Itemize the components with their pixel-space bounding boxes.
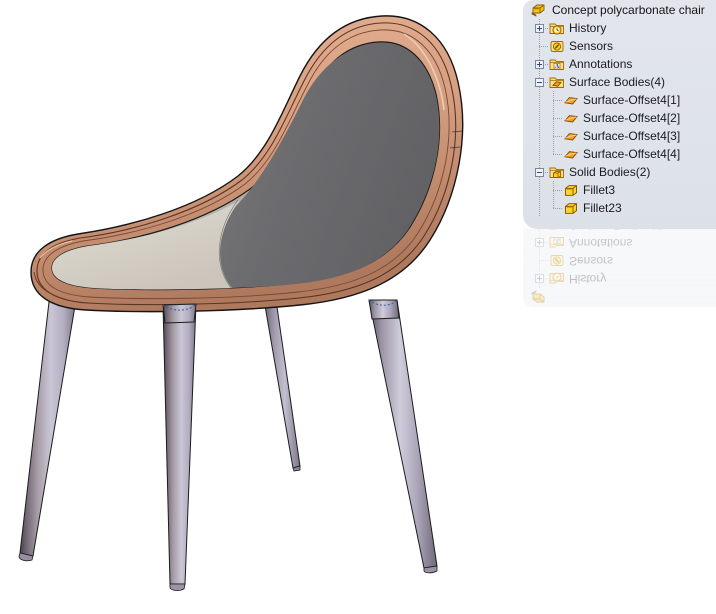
tree-expander-cell bbox=[532, 19, 548, 37]
tree-item-label: Solid Bodies(2) bbox=[569, 165, 651, 179]
solid-bodies-folder-icon bbox=[549, 165, 565, 180]
tree-expander-cell bbox=[532, 55, 548, 73]
tree-guide-column bbox=[532, 199, 546, 217]
surface-body-icon bbox=[563, 93, 579, 108]
expand-icon[interactable] bbox=[534, 59, 544, 69]
tree-guide-column bbox=[532, 181, 546, 199]
tree-item-fillet3[interactable]: Fillet3 bbox=[523, 181, 716, 199]
tree-item-surface-offset4-1[interactable]: Surface-Offset4[1] bbox=[523, 91, 716, 109]
tree-item-label: Surface-Offset4[2] bbox=[583, 111, 681, 125]
feature-manager-tree-panel[interactable]: Concept polycarbonate chair History Senso… bbox=[523, 0, 716, 229]
solid-body-icon bbox=[563, 183, 579, 198]
chair-leg-rear-left bbox=[263, 299, 301, 472]
tree-expander-cell bbox=[546, 145, 562, 163]
svg-text:A: A bbox=[555, 63, 560, 70]
tree-root-label: Concept polycarbonate chair bbox=[552, 2, 705, 17]
tree-item-sensors[interactable]: Sensors bbox=[523, 37, 716, 55]
tree-item-label: History bbox=[569, 21, 607, 35]
tree-item-annotations[interactable]: A Annotations bbox=[523, 55, 716, 73]
surface-body-icon bbox=[563, 111, 579, 126]
surface-body-icon bbox=[563, 147, 579, 162]
tree-item-solid-bodies-2[interactable]: Solid Bodies(2) bbox=[523, 163, 716, 181]
tree-expander-cell bbox=[532, 163, 548, 181]
tree-item-label: Fillet23 bbox=[583, 201, 622, 215]
tree-item-surface-bodies-4[interactable]: Surface Bodies(4) bbox=[523, 73, 716, 91]
chair-leg-rear-right bbox=[368, 299, 438, 574]
tree-item-surface-offset4-2[interactable]: Surface-Offset4[2] bbox=[523, 109, 716, 127]
tree-expander-cell bbox=[532, 37, 548, 55]
chair-leg-front-center bbox=[162, 303, 197, 591]
tree-root-item[interactable]: Concept polycarbonate chair bbox=[523, 0, 716, 19]
tree-guide-column bbox=[532, 91, 546, 109]
annotations-folder-icon: A bbox=[549, 57, 565, 72]
tree-item-surface-offset4-3[interactable]: Surface-Offset4[3] bbox=[523, 127, 716, 145]
tree-item-label: Annotations bbox=[569, 57, 633, 71]
chair-leg-front-center-overlap bbox=[162, 303, 197, 324]
chair-legs bbox=[18, 299, 438, 591]
history-folder-icon bbox=[549, 21, 565, 36]
tree-expander-cell bbox=[532, 73, 548, 91]
collapse-icon[interactable] bbox=[534, 167, 544, 177]
expand-icon[interactable] bbox=[534, 23, 544, 33]
tree-item-label: Surface-Offset4[3] bbox=[583, 129, 681, 143]
surface-bodies-folder-icon bbox=[549, 75, 565, 90]
tree-expander-cell bbox=[546, 109, 562, 127]
surface-body-icon bbox=[563, 129, 579, 144]
collapse-icon[interactable] bbox=[534, 77, 544, 87]
tree-item-fillet23[interactable]: Fillet23 bbox=[523, 199, 716, 217]
tree-item-history[interactable]: History bbox=[523, 19, 716, 37]
tree-guide-column bbox=[532, 109, 546, 127]
tree-item-label: Sensors bbox=[569, 39, 614, 53]
chair-leg-rear-right-overlap bbox=[368, 299, 400, 320]
solid-body-icon bbox=[563, 201, 579, 216]
tree-expander-cell bbox=[546, 181, 562, 199]
sensors-icon bbox=[549, 39, 565, 54]
tree-expander-cell bbox=[546, 91, 562, 109]
tree-guide-column bbox=[532, 145, 546, 163]
part-document-icon bbox=[531, 2, 547, 17]
tree-item-label: Surface-Offset4[4] bbox=[583, 147, 681, 161]
tree-expander-cell bbox=[546, 127, 562, 145]
tree-item-label: Surface-Offset4[1] bbox=[583, 93, 681, 107]
tree-expander-cell bbox=[546, 199, 562, 217]
tree-guide-column bbox=[532, 127, 546, 145]
tree-item-label: Fillet3 bbox=[583, 183, 616, 197]
feature-tree-rows[interactable]: History Sensors A Annotations Surface Bodies… bbox=[523, 19, 716, 217]
tree-item-surface-offset4-4[interactable]: Surface-Offset4[4] bbox=[523, 145, 716, 163]
tree-item-label: Surface Bodies(4) bbox=[569, 75, 666, 89]
chair-leg-front-left bbox=[18, 299, 77, 562]
